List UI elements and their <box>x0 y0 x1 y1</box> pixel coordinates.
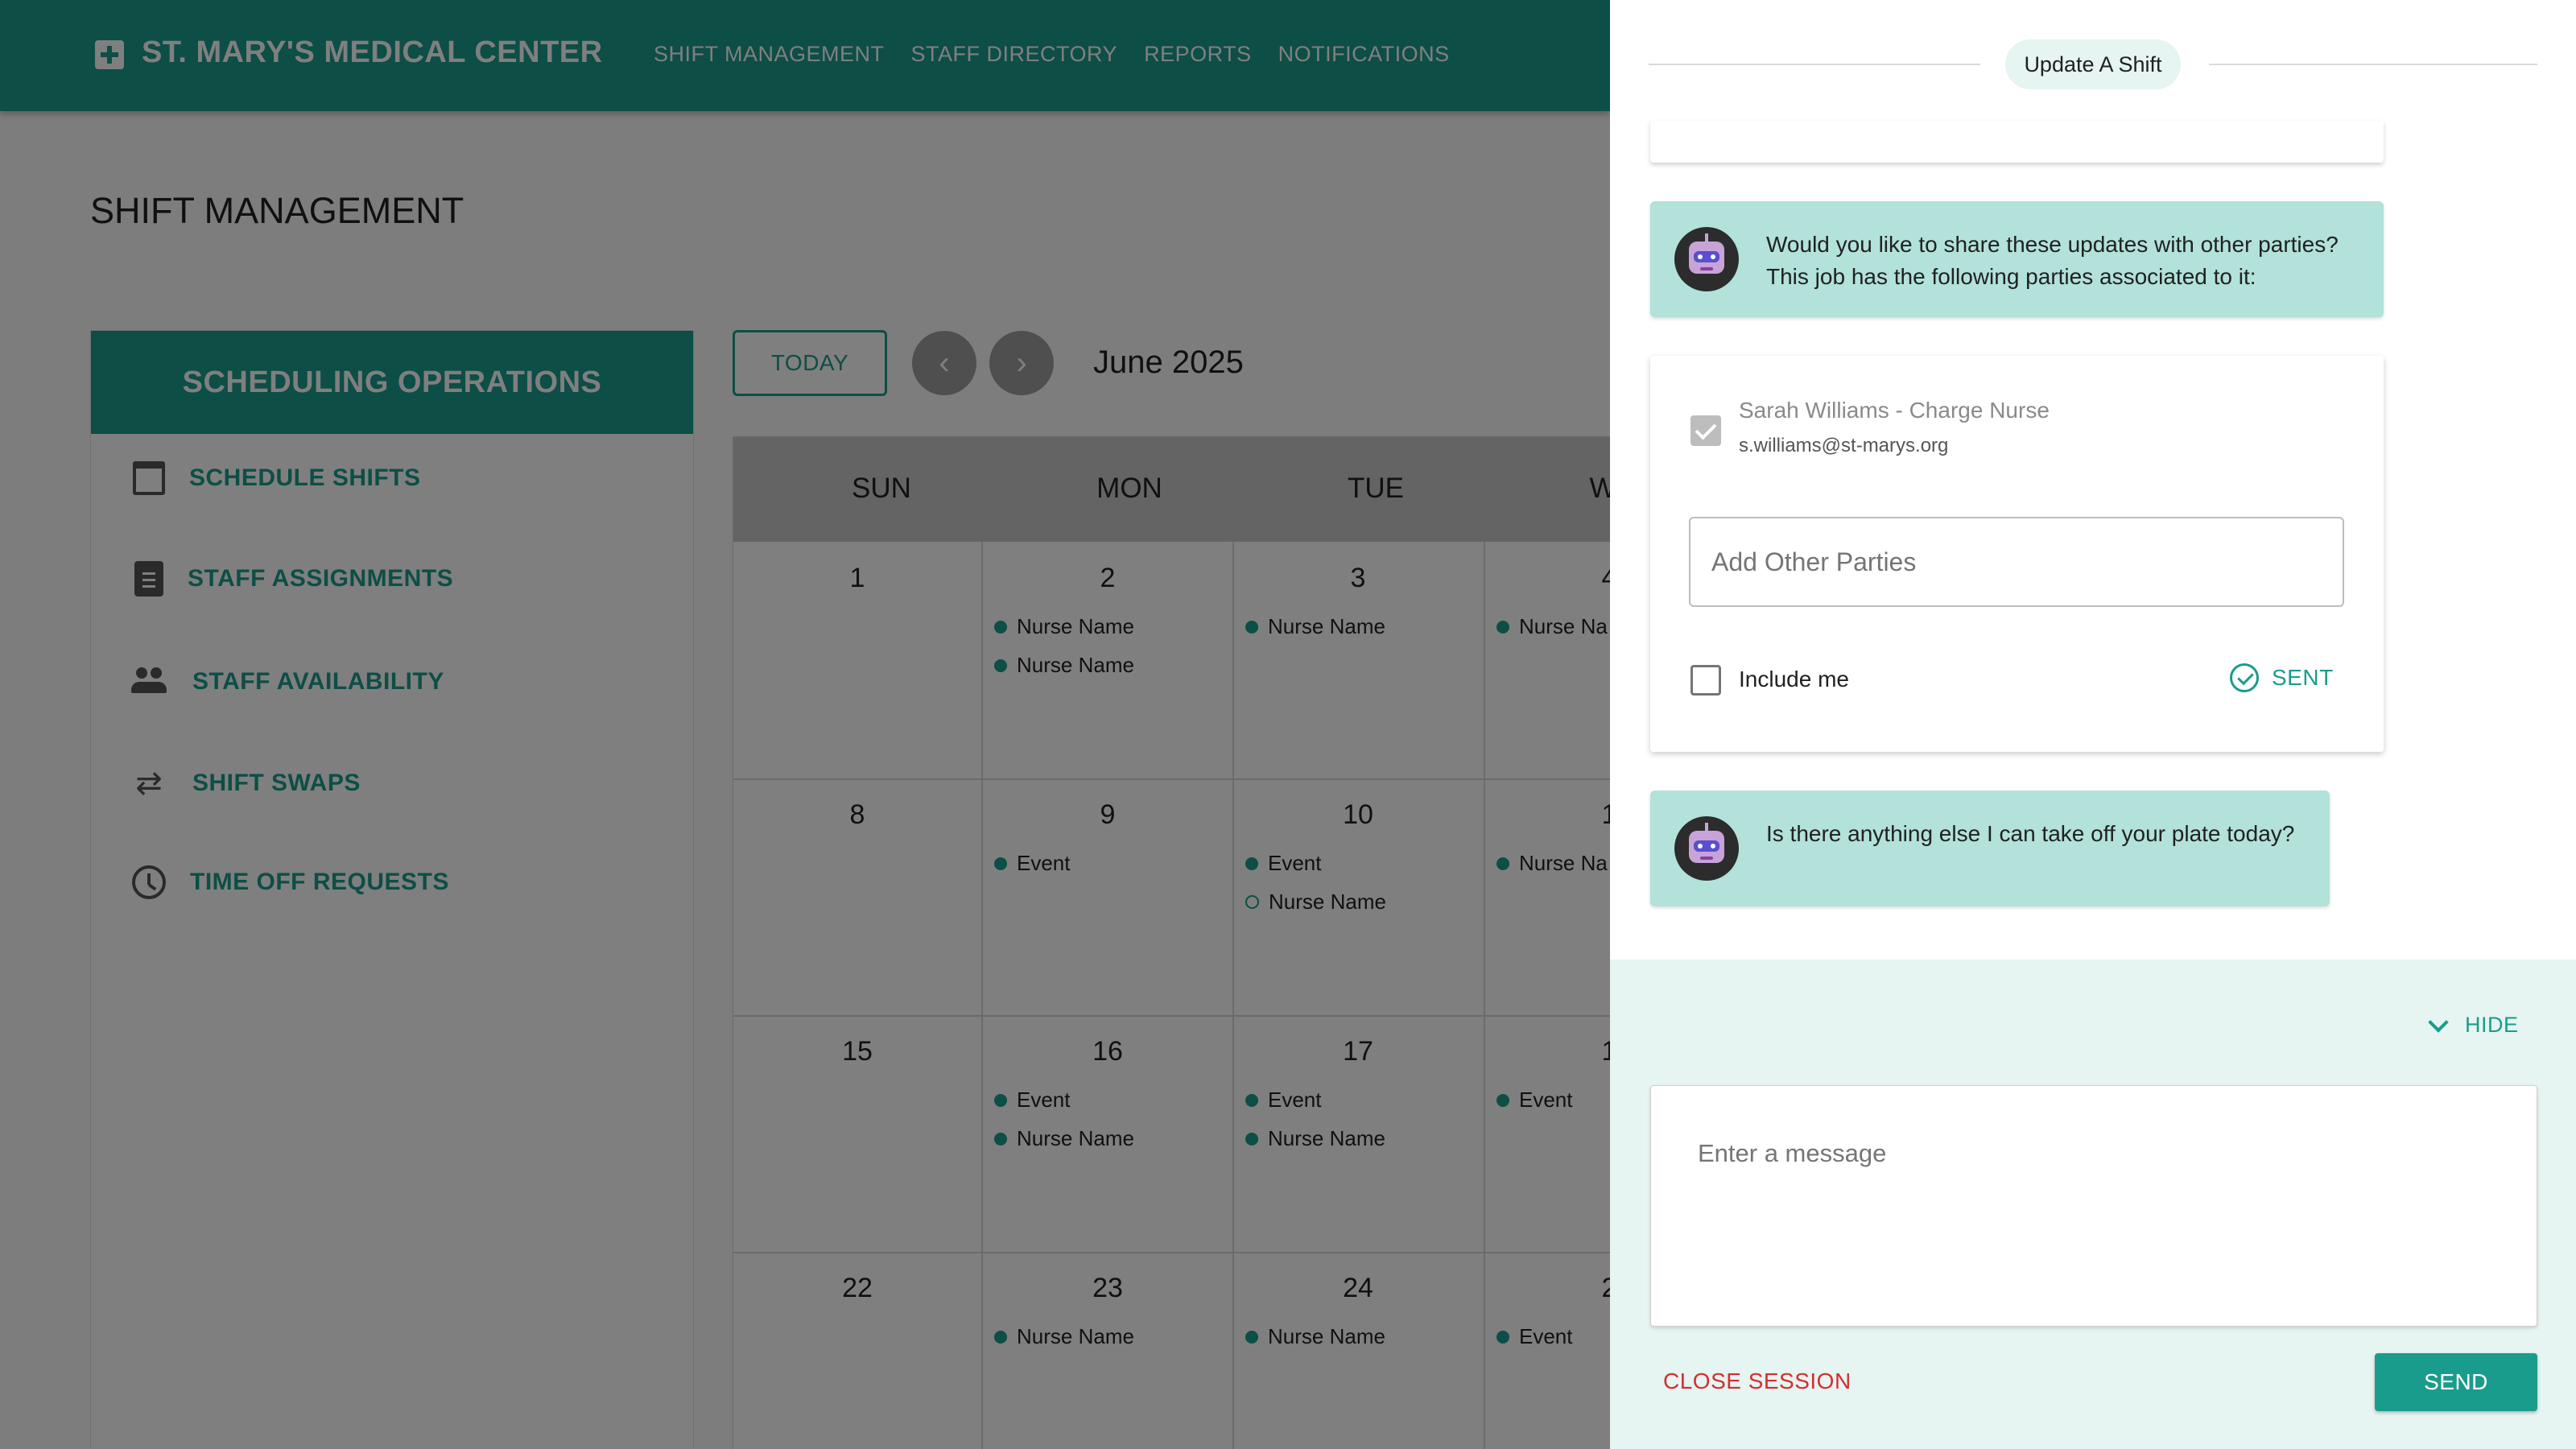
sent-label: SENT <box>2272 665 2334 690</box>
message-input[interactable] <box>1650 1085 2537 1327</box>
hide-label: HIDE <box>2465 1013 2519 1037</box>
modal-backdrop[interactable] <box>0 0 1610 1449</box>
check-circle-icon <box>2230 663 2259 692</box>
hide-button[interactable]: HIDE <box>2428 1011 2519 1038</box>
bot-message: Is there anything else I can take off yo… <box>1650 791 2330 906</box>
divider-right <box>2209 64 2537 65</box>
message-line: Would you like to share these updates wi… <box>1766 232 2339 257</box>
robot-avatar-icon <box>1674 227 1739 291</box>
party-name: Sarah Williams - Charge Nurse <box>1739 398 2050 423</box>
bot-message-text: Is there anything else I can take off yo… <box>1766 821 2295 846</box>
robot-avatar-icon <box>1674 816 1739 881</box>
bot-message: Would you like to share these updates wi… <box>1650 201 2384 317</box>
previous-message-card <box>1650 121 2384 163</box>
chevron-down-icon <box>2428 1011 2449 1033</box>
party-checkbox-checked-disabled <box>1690 415 1721 446</box>
party-email: s.williams@st-marys.org <box>1739 435 1949 456</box>
close-session-button[interactable]: CLOSE SESSION <box>1663 1368 1852 1394</box>
bot-message-text: Would you like to share these updates wi… <box>1766 229 2339 293</box>
send-button[interactable]: SEND <box>2375 1353 2537 1411</box>
sent-status: SENT <box>2230 663 2334 692</box>
share-parties-card: Sarah Williams - Charge Nurse s.williams… <box>1650 356 2384 752</box>
add-other-parties-input[interactable] <box>1689 517 2344 607</box>
message-line: This job has the following parties assoc… <box>1766 264 2256 289</box>
divider-left <box>1649 64 1980 65</box>
include-me-checkbox[interactable] <box>1690 665 1721 696</box>
update-shift-chip: Update A Shift <box>2005 39 2181 89</box>
include-me-label[interactable]: Include me <box>1739 667 1849 692</box>
